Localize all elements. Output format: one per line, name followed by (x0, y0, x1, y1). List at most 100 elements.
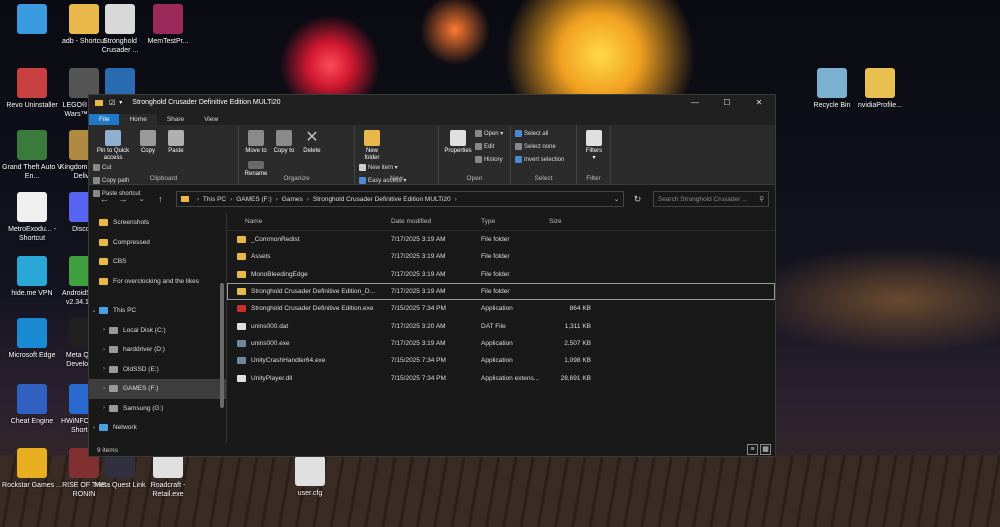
breadcrumb-this-pc[interactable]: This PC (203, 196, 226, 203)
column-name[interactable]: Name (227, 218, 385, 225)
copy-button[interactable]: Copy (135, 128, 161, 155)
app-icon (237, 339, 246, 347)
sidebar-item[interactable]: Compressed (89, 233, 226, 253)
desktop-icon-label: Roadcraft - Retail.exe (150, 482, 186, 498)
delete-button[interactable]: ✕ Delete (299, 128, 325, 155)
breadcrumb-games[interactable]: Games (282, 196, 303, 203)
select-all-button[interactable]: Select all (515, 128, 572, 141)
maximize-button[interactable]: ☐ (711, 98, 743, 107)
file-row[interactable]: Stronghold Crusader Definitive Edition_D… (227, 282, 775, 301)
details-view-icon[interactable]: ≡ (747, 444, 758, 455)
expand-chevron-icon[interactable]: › (99, 386, 109, 392)
paste-shortcut-button[interactable]: Paste shortcut (93, 188, 140, 201)
search-placeholder: Search Stronghold Crusader ... (657, 195, 748, 203)
breadcrumb[interactable]: › This PC › GAMES (F:) › Games › Strongh… (175, 191, 625, 207)
large-icons-view-icon[interactable]: ▦ (760, 444, 771, 455)
sidebar-item[interactable]: › harddriver (D:) (89, 340, 226, 360)
desktop-icon[interactable]: nvidiaProfile... (848, 68, 912, 110)
edit-button[interactable]: Edit (474, 141, 503, 154)
move-to-icon (248, 130, 264, 146)
file-date-cell: 7/17/2025 3:19 AM (391, 288, 446, 296)
file-row[interactable]: Stronghold Crusader Definitive Edition.e… (227, 300, 775, 317)
expand-chevron-icon[interactable]: › (89, 425, 99, 431)
file-row[interactable]: Assets 7/17/2025 3:19 AM File folder (227, 248, 775, 265)
sidebar-item[interactable]: CBS (89, 252, 226, 272)
sidebar-item[interactable]: › Local Disk (C:) (89, 321, 226, 341)
quick-access-dropdown-icon[interactable]: ▾ (119, 99, 122, 106)
expand-chevron-icon[interactable]: › (99, 327, 109, 333)
sidebar-item[interactable]: For overclocking and the likes (89, 272, 226, 292)
sidebar-item[interactable]: ⌄ This PC (89, 301, 226, 321)
select-none-button[interactable]: Select none (515, 141, 572, 154)
app-icon (295, 456, 325, 486)
exe-icon (237, 305, 246, 313)
properties-button[interactable]: Properties (443, 128, 473, 155)
move-to-button[interactable]: Move to (243, 128, 269, 155)
tab-file[interactable]: File (89, 114, 120, 125)
sidebar-item-label: For overclocking and the likes (113, 277, 199, 285)
column-type[interactable]: Type (475, 218, 545, 225)
drive-icon (109, 346, 118, 354)
file-row[interactable]: unins000.dat 7/17/2025 3:20 AM DAT File 1,3… (227, 317, 775, 334)
column-date-modified[interactable]: Date modified (385, 218, 475, 225)
desktop-icon[interactable]: user.cfg (278, 456, 342, 498)
search-input[interactable]: Search Stronghold Crusader ... ⚲ (652, 191, 770, 207)
sidebar-item[interactable]: › Network (89, 418, 226, 438)
breadcrumb-games-drive[interactable]: GAMES (F:) (236, 196, 271, 203)
file-row[interactable]: UnityCrashHandler64.exe 7/15/2025 7:34 PM… (227, 352, 775, 369)
title-bar[interactable]: ☑ ▾ Stronghold Crusader Definitive Editi… (89, 95, 775, 110)
new-item-button[interactable]: New item ▾ (359, 162, 406, 175)
expand-chevron-icon[interactable]: ⌄ (89, 307, 99, 314)
file-name-cell: UnityPlayer.dll (227, 374, 385, 382)
file-row[interactable]: _CommonRedist 7/17/2025 3:19 AM File folde… (227, 231, 775, 248)
close-button[interactable]: ✕ (743, 98, 775, 107)
file-row[interactable]: UnityPlayer.dll 7/15/2025 7:34 PM Applicat… (227, 369, 775, 386)
drive-icon (109, 326, 118, 334)
folder-icon (95, 99, 103, 106)
breadcrumb-current[interactable]: Stronghold Crusader Definitive Edition M… (313, 196, 451, 203)
file-name-cell: Stronghold Crusader Definitive Edition.e… (227, 305, 385, 313)
sidebar-item-label: Screenshots (113, 219, 150, 227)
copy-to-button[interactable]: Copy to (271, 128, 297, 155)
column-size[interactable]: Size (545, 218, 591, 225)
folder-icon (99, 219, 108, 227)
expand-chevron-icon[interactable]: › (99, 366, 109, 372)
address-dropdown-icon[interactable]: ⌄ (614, 195, 619, 203)
navigation-scrollbar[interactable] (220, 283, 224, 408)
quick-access-checkmark-icon[interactable]: ☑ (109, 99, 115, 107)
sidebar-item[interactable]: › GAMES (F:) (89, 379, 226, 399)
up-arrow-icon[interactable]: ↑ (151, 194, 170, 204)
file-rows: _CommonRedist 7/17/2025 3:19 AM File folde… (227, 231, 775, 387)
filter-group: Filters ▾ Filter (577, 125, 611, 184)
new-folder-button[interactable]: New folder (359, 128, 385, 162)
tab-home[interactable]: Home (119, 114, 157, 125)
address-bar-row: ← → ⌄ ↑ › This PC › GAMES (F:) › Games ›… (89, 185, 775, 213)
file-size-cell: 28,691 KB (560, 374, 591, 382)
history-icon (474, 155, 482, 163)
sidebar-item[interactable]: › OldSSD (E:) (89, 360, 226, 380)
pin-to-quick-access-button[interactable]: Pin to Quick access (93, 128, 133, 162)
invert-selection-button[interactable]: Invert selection (515, 154, 572, 167)
sidebar-item[interactable]: › Samsung (G:) (89, 399, 226, 419)
expand-chevron-icon[interactable]: › (99, 405, 109, 411)
file-row[interactable]: unins000.exe 7/17/2025 3:19 AM Application… (227, 335, 775, 352)
cut-button[interactable]: Cut (93, 162, 140, 175)
desktop-icon[interactable]: MemTestPr... (136, 4, 200, 46)
folder-icon (237, 288, 246, 296)
file-row[interactable]: MonoBleedingEdge 7/17/2025 3:19 AM File fo… (227, 266, 775, 283)
history-button[interactable]: History (474, 154, 503, 167)
file-date-cell: 7/15/2025 7:34 PM (391, 374, 446, 382)
paste-button[interactable]: Paste (163, 128, 189, 155)
search-icon: ⚲ (759, 196, 765, 203)
sidebar-item[interactable]: Screenshots (89, 213, 226, 233)
copy-label: Copy (140, 148, 155, 154)
tab-share[interactable]: Share (157, 114, 194, 125)
refresh-icon[interactable]: ↻ (628, 194, 647, 205)
filters-button[interactable]: Filters ▾ (581, 128, 607, 162)
file-date-cell: 7/15/2025 7:34 PM (391, 305, 446, 313)
tab-view[interactable]: View (194, 114, 228, 125)
open-button[interactable]: Open ▾ (474, 128, 503, 141)
minimize-button[interactable]: — (679, 98, 711, 107)
app-icon (17, 384, 47, 414)
expand-chevron-icon[interactable]: › (99, 347, 109, 353)
